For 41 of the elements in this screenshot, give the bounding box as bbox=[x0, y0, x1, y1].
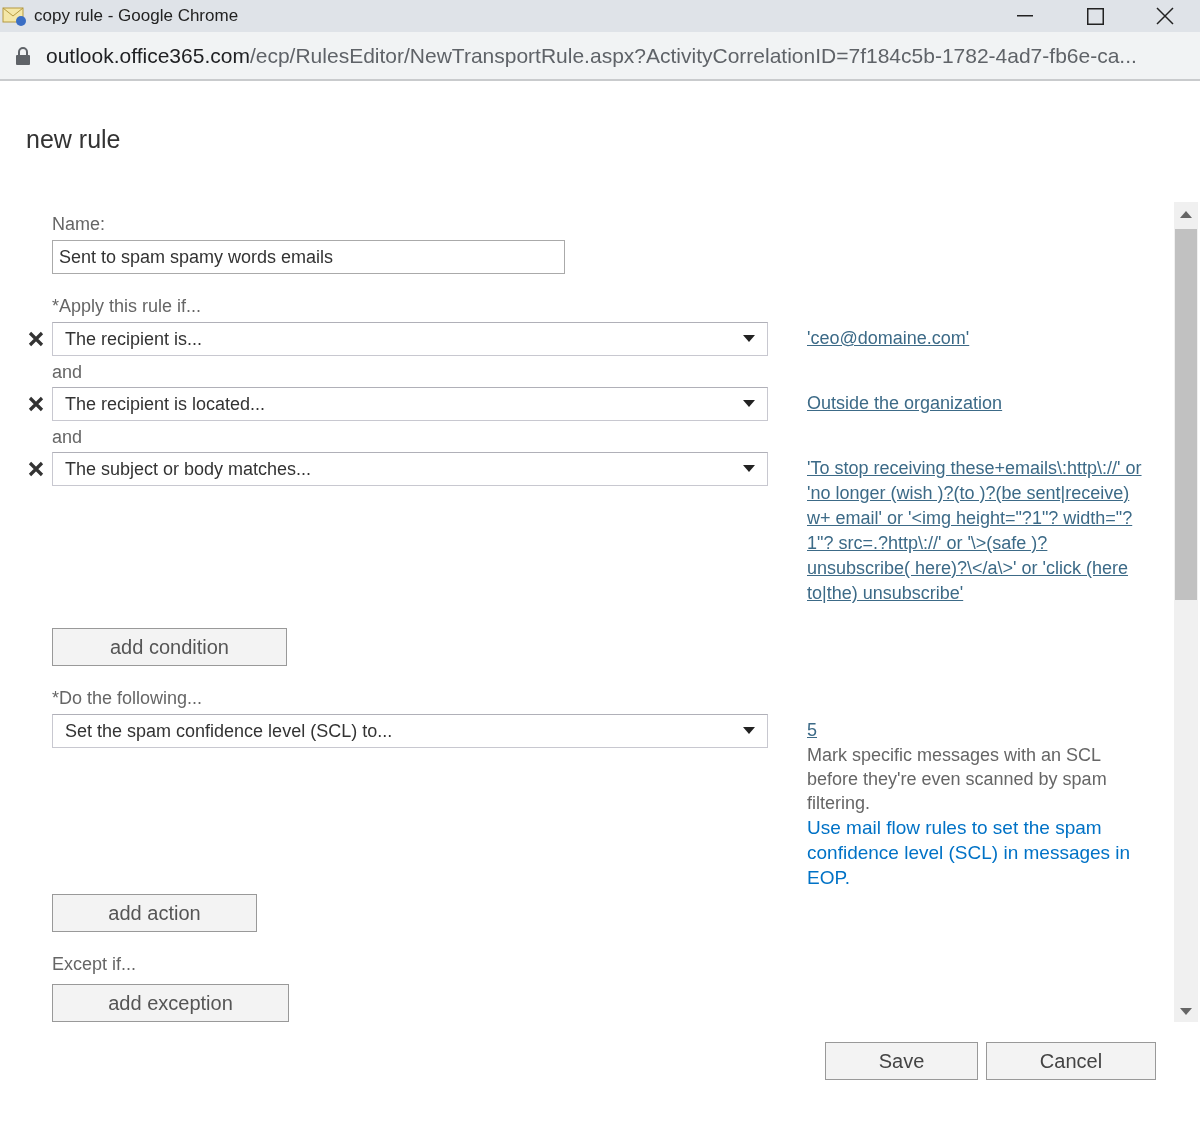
add-action-button[interactable]: add action bbox=[52, 894, 257, 932]
remove-icon[interactable] bbox=[28, 461, 44, 477]
dialog-button[interactable]: Cancel bbox=[986, 1042, 1156, 1080]
caret-icon bbox=[743, 465, 755, 473]
caret-icon bbox=[743, 335, 755, 343]
remove-icon[interactable] bbox=[28, 331, 44, 347]
minimize-icon bbox=[1017, 15, 1033, 17]
remove-icon[interactable] bbox=[28, 396, 44, 412]
and-label: and bbox=[52, 427, 84, 448]
maximize-icon bbox=[1086, 7, 1104, 25]
action-description: Mark specific messages with an SCL before they're even scanned by spam filtering. bbox=[807, 744, 1108, 815]
and-label: and bbox=[52, 362, 84, 383]
lock-icon bbox=[16, 46, 30, 65]
caret-icon bbox=[743, 727, 755, 735]
scroll-down-icon[interactable] bbox=[1180, 1008, 1192, 1016]
scrollbar[interactable] bbox=[1174, 202, 1198, 1022]
condition-dropdown[interactable]: The recipient is... bbox=[52, 322, 768, 356]
actions-label: *Do the following... bbox=[52, 687, 204, 710]
condition-value-link[interactable]: Outside the organization bbox=[807, 391, 1147, 416]
envelope-icon bbox=[2, 5, 28, 27]
scroll-up-icon[interactable] bbox=[1180, 210, 1192, 218]
url-host[interactable]: outlook.office365.com bbox=[46, 43, 250, 68]
window-title: copy rule - Google Chrome bbox=[34, 6, 240, 26]
condition-value-link[interactable]: 'To stop receiving these+emails\:http\://' or 'no longer (wish )?(to )?(be sent|receive) w+ email' or '<img height="?1"? width="?1"? src=.?http\://' or '\>(safe )?unsubscribe( here)?\</a\>' or 'click (here to|the) unsubscribe' bbox=[807, 456, 1147, 606]
add-condition-button[interactable]: add condition bbox=[52, 628, 287, 666]
exceptions-label: Except if... bbox=[52, 953, 138, 976]
close-icon bbox=[1156, 7, 1174, 25]
action-value-link[interactable]: 5 bbox=[807, 718, 817, 743]
name-input-field[interactable]: Sent to spam spamy words emails bbox=[52, 240, 565, 274]
dialog-button[interactable]: Save bbox=[825, 1042, 978, 1080]
name-label: Name: bbox=[52, 213, 106, 236]
caret-icon bbox=[743, 400, 755, 408]
dialog-title: new rule bbox=[26, 125, 122, 154]
condition-dropdown[interactable]: The recipient is located... bbox=[52, 387, 768, 421]
condition-value-link[interactable]: 'ceo@domaine.com' bbox=[807, 326, 1147, 351]
condition-dropdown[interactable]: The subject or body matches... bbox=[52, 452, 768, 486]
url-path[interactable]: /ecp/RulesEditor/NewTransportRule.aspx?ActivityCorrelationID=7f184c5b-1782-4ad7-fb6e-ca... bbox=[249, 43, 1137, 68]
add-exception-button[interactable]: add exception bbox=[52, 984, 289, 1022]
conditions-label: *Apply this rule if... bbox=[52, 295, 203, 318]
help-link[interactable]: Use mail flow rules to set the spam confidence level (SCL) in messages in EOP. bbox=[807, 815, 1147, 890]
action-dropdown[interactable]: Set the spam confidence level (SCL) to... bbox=[52, 714, 768, 748]
